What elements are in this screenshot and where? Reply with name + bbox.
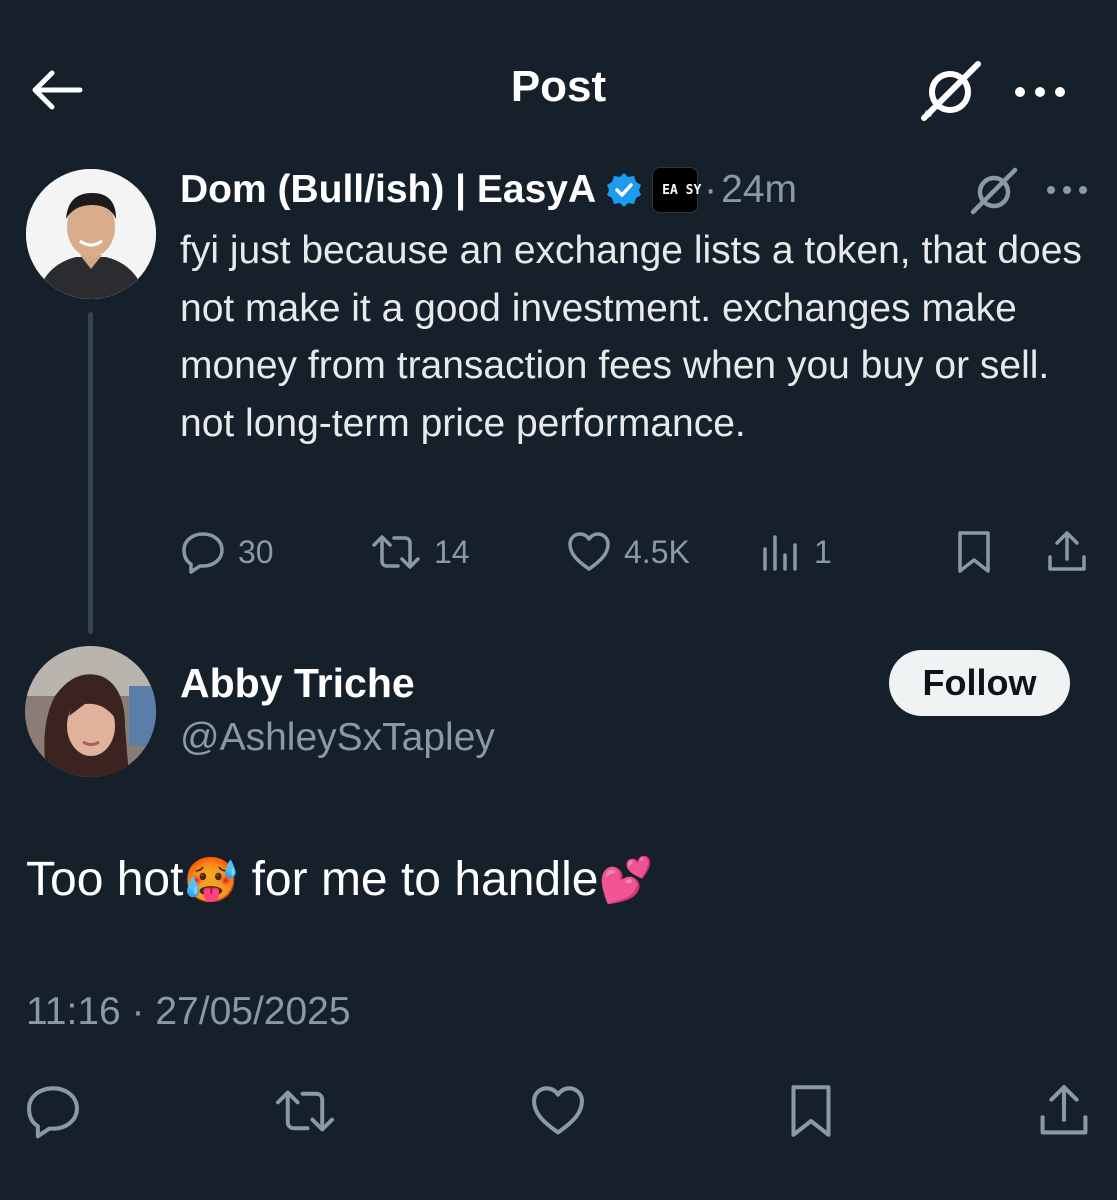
tweet-actions-bar: 30 14 4.5K 1 <box>180 524 1090 580</box>
follow-button[interactable]: Follow <box>889 650 1070 716</box>
repost-icon <box>372 535 420 569</box>
post-page: Post Dom (Bull/ish) | EasyA EA SY · 24m … <box>0 0 1117 1200</box>
like-button[interactable] <box>525 1078 591 1144</box>
profile-photo-icon <box>26 169 156 299</box>
share-icon <box>1040 1085 1088 1135</box>
more-dots-icon <box>1015 87 1065 97</box>
repost-button[interactable]: 14 <box>370 524 470 580</box>
time-separator: · <box>704 168 718 211</box>
views-chart-icon <box>763 535 797 571</box>
author-display-name[interactable]: Dom (Bull/ish) | EasyA <box>180 168 596 212</box>
tweet-author-row: Dom (Bull/ish) | EasyA EA SY · 24m <box>180 162 797 218</box>
repost-icon <box>275 1090 335 1132</box>
heart-icon <box>568 532 610 571</box>
thread-connector-line <box>88 312 93 634</box>
more-dots-icon <box>1047 186 1087 194</box>
share-icon <box>1048 531 1086 571</box>
affiliation-badge-text: EA SY <box>662 182 702 198</box>
repost-count: 14 <box>434 533 470 570</box>
reply-icon <box>27 1086 79 1139</box>
affiliation-badge[interactable]: EA SY <box>652 167 702 213</box>
share-button[interactable] <box>1044 524 1090 580</box>
post-timestamp[interactable]: 11:16 · 27/05/2025 <box>26 990 351 1034</box>
grok-icon <box>970 167 1018 215</box>
reply-handle[interactable]: @AshleySxTapley <box>180 716 495 760</box>
reply-avatar[interactable] <box>25 646 156 777</box>
like-button[interactable]: 4.5K <box>566 524 690 580</box>
reply-count: 30 <box>238 533 274 570</box>
reply-icon <box>182 532 224 574</box>
bookmark-button[interactable] <box>778 1078 844 1144</box>
views-button[interactable]: 1 <box>760 524 832 580</box>
reply-button[interactable] <box>20 1078 86 1144</box>
bookmark-button[interactable] <box>954 524 994 580</box>
profile-photo-icon <box>25 646 156 777</box>
more-options-button[interactable] <box>1010 72 1070 112</box>
heart-icon <box>532 1086 584 1135</box>
reply-actions-bar <box>0 1078 1117 1144</box>
top-bar: Post <box>0 40 1117 140</box>
bookmark-icon <box>791 1085 831 1137</box>
grok-icon <box>921 61 981 121</box>
reply-text-part2: for me to handle <box>238 853 599 906</box>
hot-face-emoji: 🥵 <box>183 856 239 905</box>
reply-text-part1: Too hot <box>26 853 184 906</box>
views-count: 1 <box>814 533 832 570</box>
tweet-body: fyi just because an exchange lists a tok… <box>180 229 1082 445</box>
verified-badge-icon <box>607 173 642 207</box>
tweet-more-button[interactable] <box>1042 172 1092 208</box>
tweet-time[interactable]: 24m <box>721 168 797 212</box>
reply-button[interactable]: 30 <box>180 524 274 580</box>
reply-body: Too hot🥵 for me to handle💕 <box>26 852 653 907</box>
avatar[interactable] <box>26 169 156 299</box>
like-count: 4.5K <box>624 533 690 570</box>
two-hearts-emoji: 💕 <box>598 856 654 905</box>
share-button[interactable] <box>1031 1078 1097 1144</box>
grok-button[interactable] <box>918 58 984 124</box>
repost-button[interactable] <box>272 1078 338 1144</box>
reply-display-name[interactable]: Abby Triche <box>180 660 415 707</box>
tweet-grok-button[interactable] <box>968 165 1020 217</box>
bookmark-icon <box>958 531 990 573</box>
